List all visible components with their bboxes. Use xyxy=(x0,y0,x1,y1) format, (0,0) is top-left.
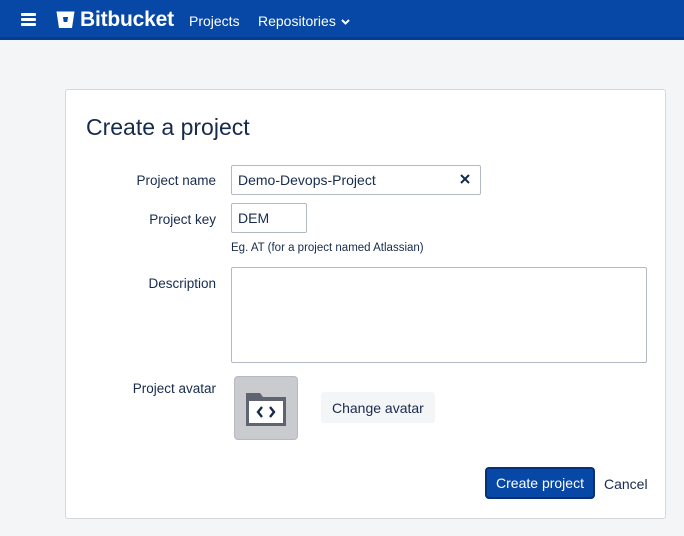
description-label: Description xyxy=(148,276,216,291)
description-textarea[interactable] xyxy=(231,267,647,363)
project-name-label: Project name xyxy=(136,173,216,188)
bitbucket-logo-icon[interactable] xyxy=(55,9,76,30)
project-key-label: Project key xyxy=(149,212,216,227)
top-navigation-bar: Bitbucket Projects Repositories xyxy=(0,0,684,40)
project-avatar-label: Project avatar xyxy=(132,381,216,396)
cancel-link[interactable]: Cancel xyxy=(604,476,648,492)
change-avatar-button[interactable]: Change avatar xyxy=(321,392,435,423)
brand-name[interactable]: Bitbucket xyxy=(80,8,174,32)
create-project-panel: Create a project Project name Project ke… xyxy=(65,89,666,519)
project-avatar[interactable] xyxy=(234,376,298,440)
project-name-input[interactable] xyxy=(231,165,481,195)
close-icon[interactable] xyxy=(459,173,471,185)
nav-projects[interactable]: Projects xyxy=(189,13,240,29)
create-project-button[interactable]: Create project xyxy=(486,468,594,498)
chevron-down-icon xyxy=(341,19,350,26)
nav-repositories[interactable]: Repositories xyxy=(258,13,350,29)
page-title: Create a project xyxy=(86,114,250,140)
nav-repositories-label: Repositories xyxy=(258,13,336,29)
project-key-input[interactable] xyxy=(231,203,307,233)
hamburger-menu-icon[interactable] xyxy=(21,13,36,26)
project-key-hint: Eg. AT (for a project named Atlassian) xyxy=(231,242,424,254)
code-folder-icon xyxy=(246,393,286,426)
